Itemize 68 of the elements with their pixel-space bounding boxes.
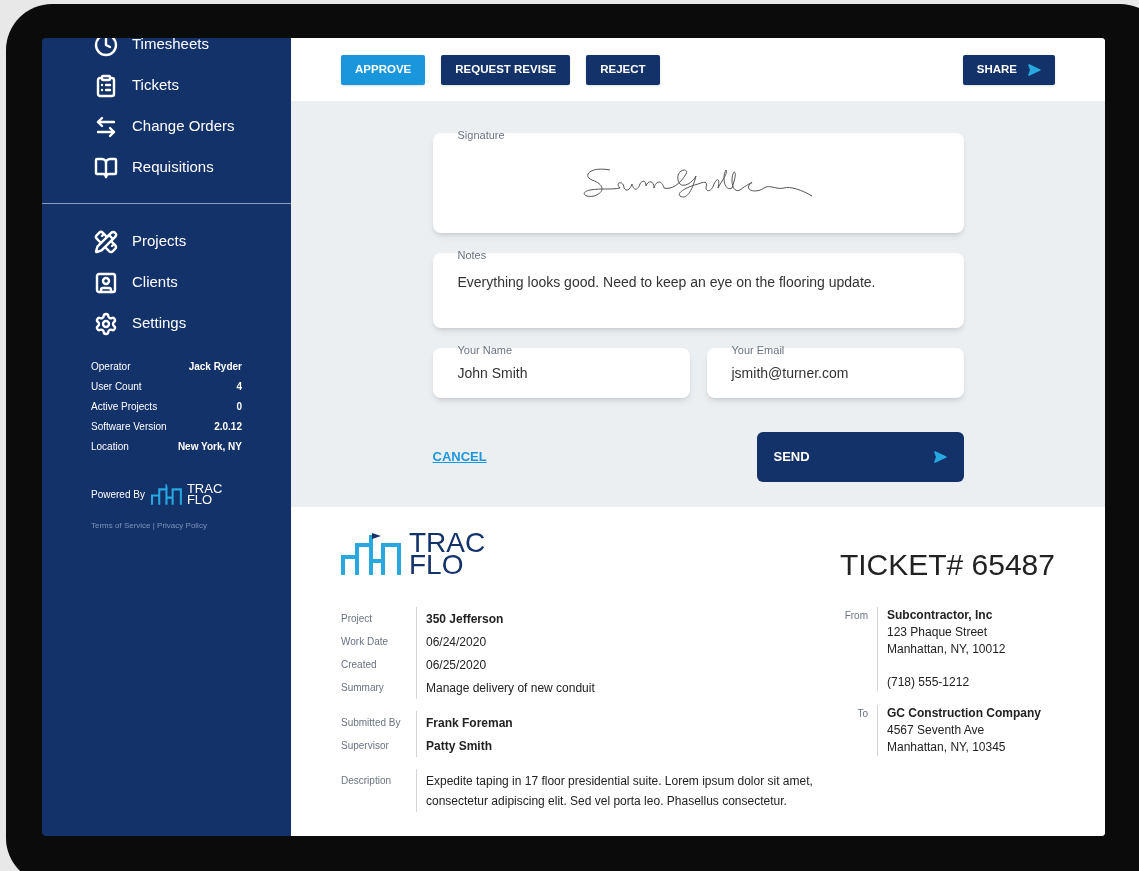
info-label: Operator: [91, 359, 131, 374]
sidebar-item[interactable]: Settings: [42, 303, 291, 344]
info-value: 0: [236, 399, 242, 414]
input-field[interactable]: Your Email jsmith@turner.com: [706, 348, 964, 398]
detail-value: 06/24/2020: [426, 633, 487, 651]
info-value: New York, NY: [177, 439, 242, 454]
sidebar-item[interactable]: Projects: [42, 221, 291, 262]
sidebar-item[interactable]: Change Orders: [42, 106, 291, 147]
address-line: Manhattan, NY, 10012: [887, 641, 1006, 658]
signature-field[interactable]: Signature: [432, 133, 964, 233]
detail-label: Created: [341, 658, 378, 672]
address-line: 123 Phaque Street: [887, 624, 989, 641]
logo-text: TRAC: [409, 532, 486, 554]
info-label: Location: [91, 439, 129, 454]
field-value: John Smith: [457, 363, 528, 383]
detail-label: Description: [341, 774, 393, 788]
action-button[interactable]: REQUEST REVISE: [441, 54, 571, 85]
detail-label: Submitted By: [341, 716, 402, 730]
powered-by-text: Powered By: [91, 487, 145, 502]
logo-text: FLO: [186, 494, 213, 505]
sidebar-item[interactable]: Timesheets: [42, 38, 291, 65]
party-name: GC Construction Company: [887, 705, 1041, 722]
settings-icon: [94, 311, 118, 336]
detail-value: Expedite taping in 17 floor presidential suite. Lorem ipsum dolor sit amet, consectetur adipiscing elit. Sed vel porta leo. Phasellus consectetur.: [426, 772, 814, 810]
detail-value: 350 Jefferson: [426, 610, 504, 628]
action-button[interactable]: REJECT: [586, 54, 660, 85]
sidebar-item[interactable]: Clients: [42, 262, 291, 303]
send-button[interactable]: SEND: [756, 432, 964, 482]
notes-field[interactable]: Notes Everything looks good. Need to keep an eye on the flooring update.: [432, 253, 964, 328]
clock-icon: [94, 38, 118, 57]
logo-icon: [150, 482, 185, 506]
detail-value: Frank Foreman: [426, 714, 513, 732]
footer-links[interactable]: Terms of Service | Privacy Policy: [42, 520, 291, 532]
address-line: 4567 Seventh Ave: [887, 722, 986, 739]
detail-label: Project: [341, 612, 374, 626]
info-label: Active Projects: [91, 399, 158, 414]
phone-number: (718) 555-1212: [887, 674, 971, 691]
checklist-icon: [94, 73, 118, 98]
info-label: Software Version: [91, 419, 167, 434]
logo-text: TRAC: [186, 483, 223, 494]
detail-label: Summary: [341, 681, 385, 695]
field-value: Everything looks good. Need to keep an eye on the flooring update.: [457, 274, 876, 290]
info-value: Jack Ryder: [188, 359, 242, 374]
send-icon: [932, 450, 947, 464]
detail-value: Manage delivery of new conduit: [426, 679, 595, 697]
sidebar-item[interactable]: Requisitions: [42, 147, 291, 188]
detail-value: 06/25/2020: [426, 656, 487, 674]
field-value: jsmith@turner.com: [731, 363, 849, 383]
info-value: 2.0.12: [214, 419, 242, 434]
swap-icon: [94, 114, 118, 139]
share-button[interactable]: SHARE: [962, 54, 1055, 85]
pencil-ruler-icon: [94, 229, 118, 254]
detail-label: Work Date: [341, 635, 390, 649]
book-icon: [94, 155, 118, 180]
address-line: Manhattan, NY, 10345: [887, 739, 1007, 756]
detail-label: Supervisor: [341, 739, 390, 753]
party-label: From: [843, 609, 869, 623]
logo-text: FLO: [409, 554, 464, 576]
input-field[interactable]: Your Name John Smith: [432, 348, 690, 398]
party-name: Subcontractor, Inc: [887, 607, 994, 624]
info-value: 4: [236, 379, 242, 394]
ticket-title: TICKET# 65487: [839, 547, 1055, 583]
person-card-icon: [94, 270, 118, 295]
party-label: To: [856, 707, 869, 721]
info-label: User Count: [91, 379, 142, 394]
detail-value: Patty Smith: [426, 737, 492, 755]
sidebar-item[interactable]: Tickets: [42, 65, 291, 106]
send-icon: [1027, 62, 1041, 77]
